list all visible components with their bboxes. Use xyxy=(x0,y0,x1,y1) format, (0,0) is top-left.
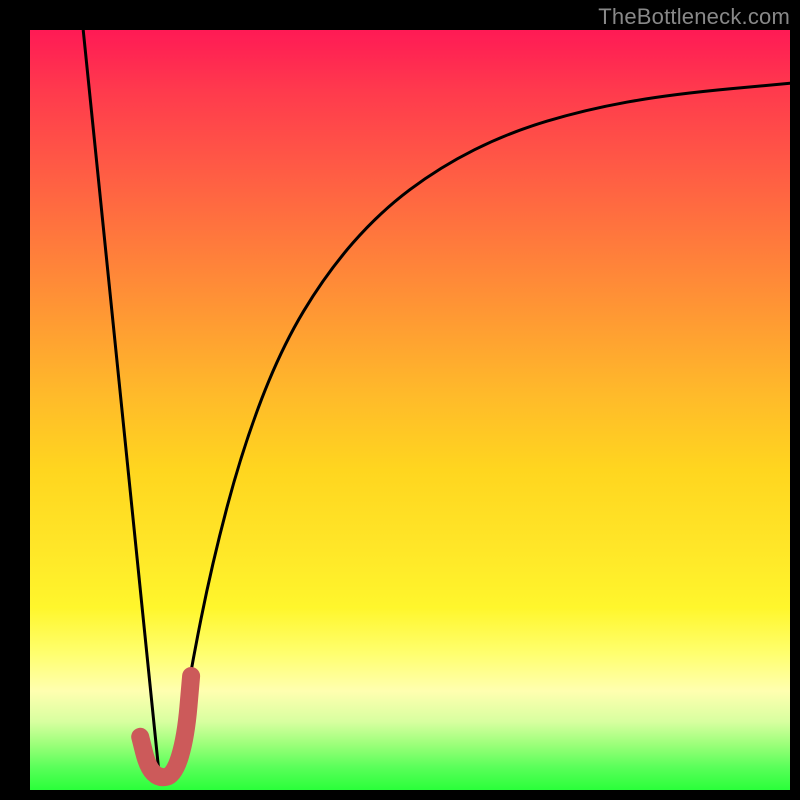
plot-area xyxy=(30,30,790,790)
right-rising-curve xyxy=(174,83,790,775)
curve-layer xyxy=(30,30,790,790)
j-marker xyxy=(140,676,191,777)
watermark-text: TheBottleneck.com xyxy=(598,4,790,30)
left-falling-line xyxy=(83,30,159,775)
chart-frame: TheBottleneck.com xyxy=(0,0,800,800)
